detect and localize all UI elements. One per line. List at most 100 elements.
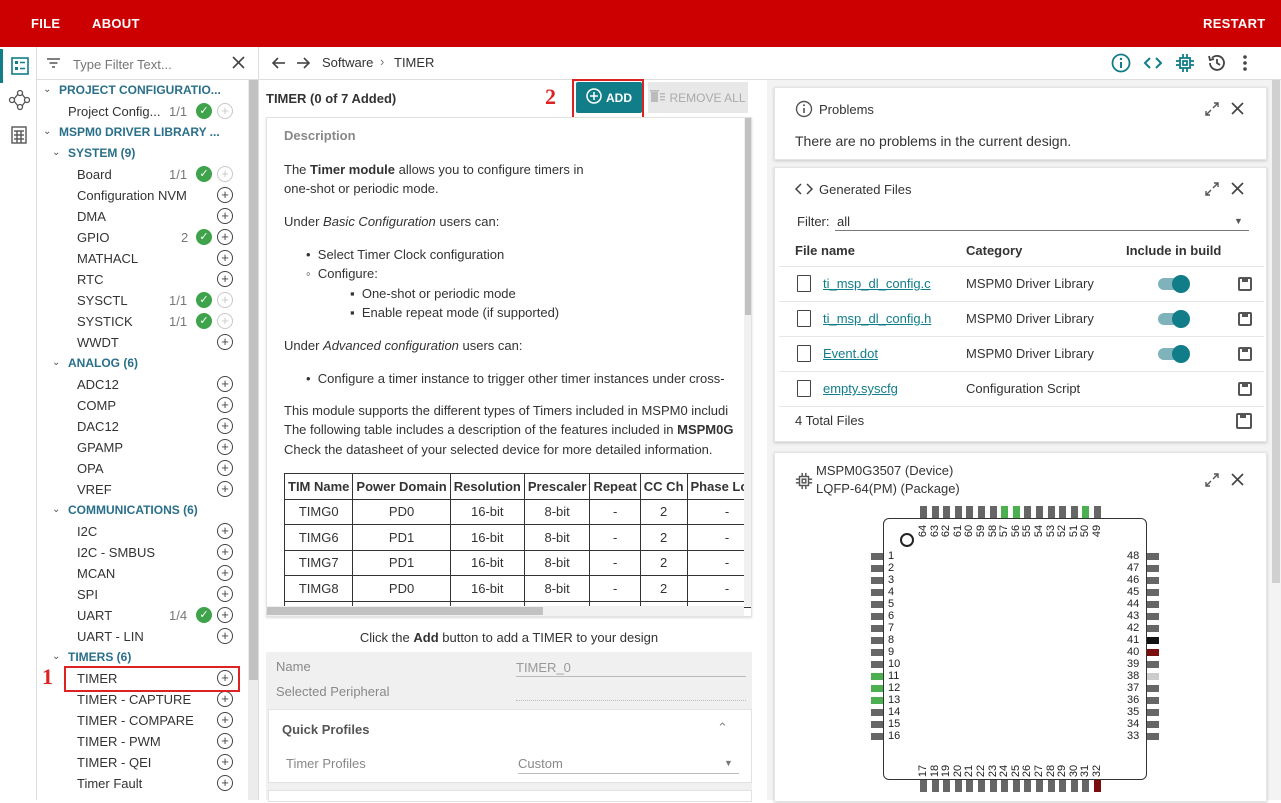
file-link[interactable]: ti_msp_dl_config.h	[823, 311, 931, 326]
add-module-icon[interactable]: +	[217, 250, 233, 266]
include-toggle[interactable]	[1158, 345, 1190, 363]
pin-30[interactable]	[1070, 780, 1078, 792]
pin-4[interactable]	[871, 589, 883, 596]
breadcrumb-software[interactable]: Software	[322, 55, 373, 70]
add-module-icon[interactable]: +	[217, 733, 233, 749]
add-module-icon[interactable]: +	[217, 712, 233, 728]
tree-item-comp[interactable]: COMP +	[37, 395, 247, 416]
save-all-icon[interactable]	[1236, 413, 1252, 429]
add-module-icon[interactable]: +	[217, 586, 233, 602]
pin-49[interactable]	[1094, 506, 1101, 518]
forward-arrow-icon[interactable]	[295, 55, 311, 74]
tree-item-i2c-smbus[interactable]: I2C - SMBUS +	[37, 542, 247, 563]
tree-driver-library-header[interactable]: ⌄ MSPM0 DRIVER LIBRARY ...	[37, 122, 247, 143]
pin-5[interactable]	[871, 601, 883, 608]
pin-32[interactable]	[1094, 780, 1101, 792]
close-icon[interactable]	[1231, 102, 1244, 118]
pin-61[interactable]	[954, 506, 962, 518]
pin-34[interactable]	[1147, 721, 1159, 728]
pin-56[interactable]	[1012, 506, 1020, 518]
file-menu[interactable]: FILE	[31, 16, 60, 31]
tree-item-spi[interactable]: SPI +	[37, 584, 247, 605]
add-module-icon[interactable]: +	[217, 418, 233, 434]
about-menu[interactable]: ABOUT	[92, 16, 140, 31]
pin-48[interactable]	[1147, 553, 1159, 560]
pin-44[interactable]	[1147, 601, 1159, 608]
pin-29[interactable]	[1059, 780, 1067, 792]
pin-18[interactable]	[931, 780, 939, 792]
add-module-icon[interactable]: +	[217, 271, 233, 287]
description-scrollbar-h[interactable]	[267, 606, 744, 616]
sidebar-scrollbar[interactable]	[248, 80, 258, 800]
add-module-icon[interactable]: +	[217, 208, 233, 224]
pin-16[interactable]	[871, 733, 883, 740]
pin-45[interactable]	[1147, 589, 1159, 596]
pin-40[interactable]	[1147, 649, 1159, 656]
pin-13[interactable]	[871, 697, 883, 704]
tree-communications-header[interactable]: ⌄ COMMUNICATIONS (6)	[37, 500, 247, 521]
save-icon[interactable]	[1238, 312, 1252, 326]
pin-54[interactable]	[1036, 506, 1043, 518]
remove-all-button[interactable]: REMOVE ALL	[648, 82, 748, 113]
save-icon[interactable]	[1238, 347, 1252, 361]
pin-62[interactable]	[943, 506, 951, 518]
add-module-icon[interactable]: +	[217, 565, 233, 581]
tree-item-configuration-nvm[interactable]: Configuration NVM +	[37, 185, 247, 206]
tree-item-timer-fault[interactable]: Timer Fault +	[37, 773, 247, 794]
pin-24[interactable]	[1001, 780, 1009, 792]
add-module-icon[interactable]: +	[217, 376, 233, 392]
software-view-icon[interactable]	[0, 49, 37, 83]
tree-timers-header[interactable]: ⌄ TIMERS (6)	[37, 647, 247, 668]
name-value[interactable]: TIMER_0	[516, 660, 571, 675]
filter-select[interactable]: all	[837, 214, 850, 229]
pin-39[interactable]	[1147, 661, 1159, 668]
add-module-icon[interactable]: +	[217, 607, 233, 623]
tree-item-gpio[interactable]: GPIO 2 ✓ +	[37, 227, 247, 248]
pin-64[interactable]	[920, 506, 927, 518]
tree-item-wwdt[interactable]: WWDT +	[37, 332, 247, 353]
pin-38[interactable]	[1147, 673, 1159, 680]
pin-60[interactable]	[966, 506, 974, 518]
pin-17[interactable]	[920, 780, 927, 792]
pin-46[interactable]	[1147, 577, 1159, 584]
tree-item-vref[interactable]: VREF +	[37, 479, 247, 500]
timer-profiles-select[interactable]: Custom	[518, 756, 563, 771]
tree-system-header[interactable]: ⌄ SYSTEM (9)	[37, 143, 247, 164]
pin-43[interactable]	[1147, 613, 1159, 620]
history-icon[interactable]	[1207, 53, 1227, 76]
pin-9[interactable]	[871, 649, 883, 656]
add-module-icon[interactable]: +	[217, 544, 233, 560]
file-link[interactable]: Event.dot	[823, 346, 878, 361]
tree-item-timer-qei[interactable]: TIMER - QEI +	[37, 752, 247, 773]
restart-button[interactable]: RESTART	[1203, 16, 1266, 31]
save-icon[interactable]	[1238, 382, 1252, 396]
add-module-icon[interactable]: +	[217, 229, 233, 245]
add-module-icon[interactable]: +	[217, 334, 233, 350]
tree-item-mcan[interactable]: MCAN +	[37, 563, 247, 584]
right-scrollbar[interactable]	[1271, 80, 1281, 800]
expand-icon[interactable]	[1204, 101, 1220, 120]
add-module-icon[interactable]: +	[217, 292, 233, 308]
pin-22[interactable]	[978, 780, 985, 792]
pin-41[interactable]	[1147, 637, 1159, 644]
pin-27[interactable]	[1036, 780, 1043, 792]
add-module-icon[interactable]: +	[217, 166, 233, 182]
add-module-icon[interactable]: +	[217, 460, 233, 476]
add-module-icon[interactable]: +	[217, 628, 233, 644]
add-module-icon[interactable]: +	[217, 439, 233, 455]
pin-57[interactable]	[1001, 506, 1009, 518]
pin-28[interactable]	[1047, 780, 1055, 792]
pin-63[interactable]	[931, 506, 939, 518]
include-toggle[interactable]	[1158, 275, 1190, 293]
pin-59[interactable]	[978, 506, 985, 518]
add-button[interactable]: ADD	[576, 82, 642, 113]
add-module-icon[interactable]: +	[217, 187, 233, 203]
pin-6[interactable]	[871, 613, 883, 620]
tree-item-mathacl[interactable]: MATHACL +	[37, 248, 247, 269]
pin-33[interactable]	[1147, 733, 1159, 740]
tree-item-rtc[interactable]: RTC +	[37, 269, 247, 290]
add-module-icon[interactable]: +	[217, 481, 233, 497]
clear-filter-icon[interactable]	[232, 56, 245, 72]
tree-item-gpamp[interactable]: GPAMP +	[37, 437, 247, 458]
include-toggle[interactable]	[1158, 310, 1190, 328]
